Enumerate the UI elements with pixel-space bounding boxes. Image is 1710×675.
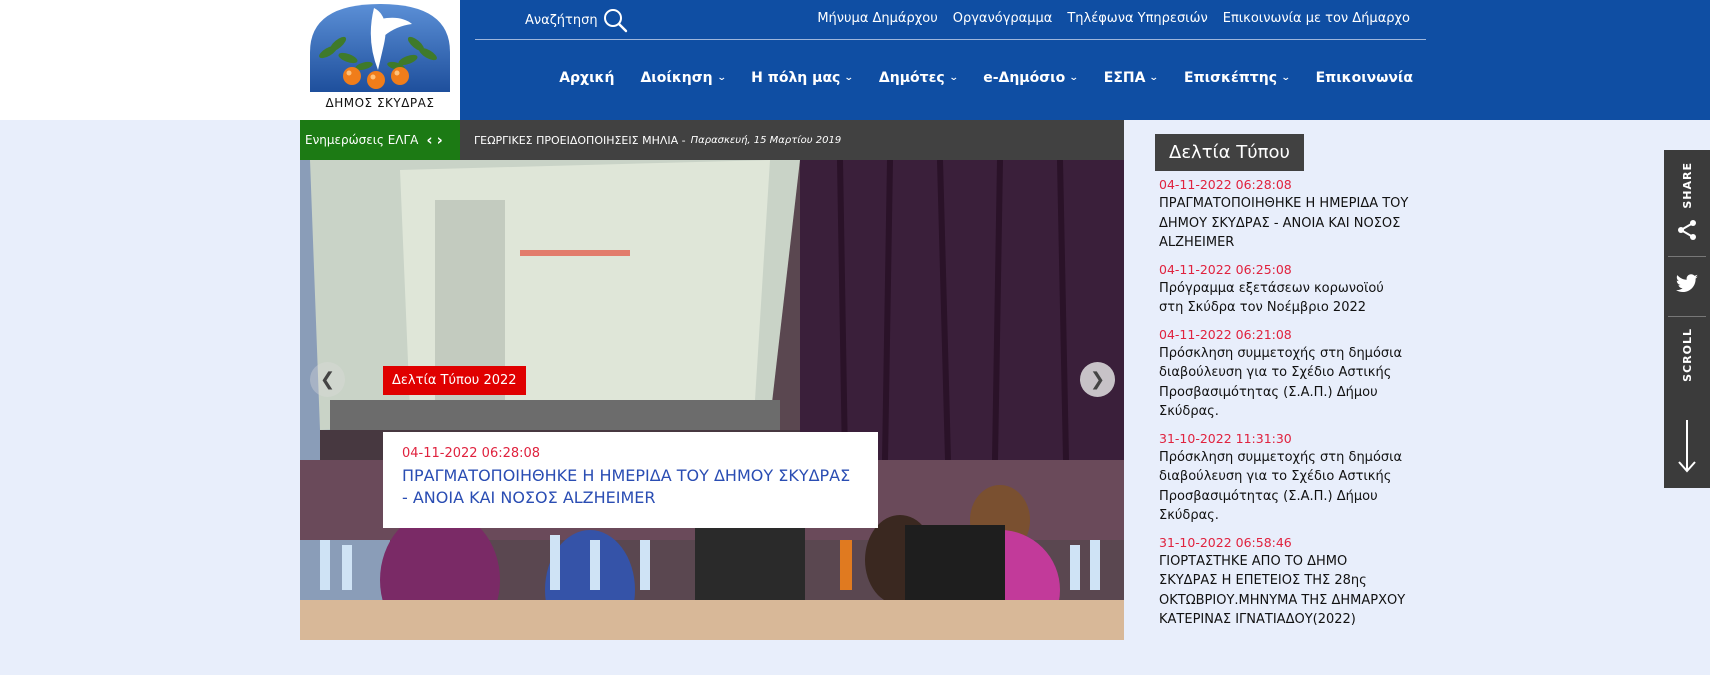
chevron-down-icon: ⌄ xyxy=(844,73,855,83)
arrow-down-icon xyxy=(1678,420,1696,473)
logo-emblem-icon xyxy=(310,4,450,92)
twitter-icon xyxy=(1675,274,1698,292)
share-sidebar: SHARE SCROLL xyxy=(1664,150,1710,488)
ticker-headline: ΓΕΩΡΓΙΚΕΣ ΠΡΟΕΙΔΟΠΟΙΗΣΕΙΣ ΜΗΛΙΑ - xyxy=(474,133,686,147)
slide-photo xyxy=(300,160,1124,640)
share-icon xyxy=(1678,220,1696,240)
ticker-label: Ενημερώσεις ΕΛΓΑ xyxy=(305,133,419,147)
ticker-prev-icon[interactable]: ‹ xyxy=(426,131,432,149)
press-item[interactable]: 04-11-2022 06:21:08 Πρόσκληση συμμετοχής… xyxy=(1159,326,1409,422)
logo-text: ΔΗΜΟΣ ΣΚΥΔΡΑΣ xyxy=(325,96,435,110)
nav-visitor-label: Επισκέπτης xyxy=(1184,70,1278,86)
top-links: Μήνυμα Δημάρχου Οργανόγραμμα Τηλέφωνα Υπ… xyxy=(817,11,1410,26)
featured-slider[interactable] xyxy=(300,160,1124,640)
search-label: Αναζήτηση xyxy=(525,12,598,28)
chevron-down-icon: ⌄ xyxy=(948,73,959,83)
press-item-date: 04-11-2022 06:25:08 xyxy=(1159,261,1292,277)
nav-home[interactable]: Αρχική xyxy=(559,70,614,86)
share-bar-divider xyxy=(1668,256,1706,257)
nav-administration[interactable]: Διοίκηση ⌄ xyxy=(640,70,727,86)
ticker-date: Παρασκευή, 15 Μαρτίου 2019 xyxy=(690,134,842,146)
scroll-label: SCROLL xyxy=(1680,328,1694,382)
top-link-contact-mayor[interactable]: Επικοινωνία με τον Δήμαρχο xyxy=(1223,11,1410,26)
press-item[interactable]: 31-10-2022 11:31:30 Πρόσκληση συμμετοχής… xyxy=(1159,430,1409,526)
press-item-date: 31-10-2022 06:58:46 xyxy=(1159,534,1292,550)
slide-date: 04-11-2022 06:28:08 xyxy=(402,446,541,461)
main-nav: Αρχική Διοίκηση ⌄ Η πόλη μας ⌄ Δημότες ⌄ e-… xyxy=(559,70,1413,86)
press-item-title[interactable]: Πρόσκληση συμμετοχής στη δημόσια διαβούλ… xyxy=(1159,344,1409,422)
nav-visitor[interactable]: Επισκέπτης ⌄ xyxy=(1184,70,1291,86)
share-label: SHARE xyxy=(1680,162,1694,209)
chevron-down-icon: ⌄ xyxy=(716,73,727,83)
nav-e-government[interactable]: e-Δημόσιο ⌄ xyxy=(983,70,1079,86)
chevron-down-icon: ⌄ xyxy=(1149,73,1160,83)
slider-prev-button[interactable]: ❮ xyxy=(310,362,345,397)
press-item[interactable]: 04-11-2022 06:28:08 ΠΡΑΓΜΑΤΟΠΟΙΗΘΗΚΕ Η Η… xyxy=(1159,176,1409,253)
municipality-logo[interactable]: ΔΗΜΟΣ ΣΚΥΔΡΑΣ xyxy=(300,0,460,120)
nav-administration-label: Διοίκηση xyxy=(640,70,713,86)
slider-next-button[interactable]: ❯ xyxy=(1080,362,1115,397)
press-item-title[interactable]: Πρόσκληση συμμετοχής στη δημόσια διαβούλ… xyxy=(1159,448,1409,526)
nav-our-city[interactable]: Η πόλη μας ⌄ xyxy=(751,70,855,86)
share-button[interactable] xyxy=(1664,218,1710,242)
top-link-org-chart[interactable]: Οργανόγραμμα xyxy=(953,11,1053,26)
press-item[interactable]: 31-10-2022 06:58:46 ΓΙΟΡΤΑΣΤΗΚΕ ΑΠΟ ΤΟ Δ… xyxy=(1159,534,1409,630)
press-item-title[interactable]: ΠΡΑΓΜΑΤΟΠΟΙΗΘΗΚΕ Η ΗΜΕΡΙΔΑ ΤΟΥ ΔΗΜΟΥ ΣΚΥ… xyxy=(1159,194,1409,253)
scroll-down-button[interactable] xyxy=(1664,418,1710,474)
slide-category-tag[interactable]: Δελτία Τύπου 2022 xyxy=(383,366,526,395)
nav-citizens[interactable]: Δημότες ⌄ xyxy=(878,70,959,86)
chevron-left-icon: ❮ xyxy=(319,369,336,390)
nav-contact[interactable]: Επικοινωνία xyxy=(1316,70,1413,86)
press-releases-heading[interactable]: Δελτία Τύπου xyxy=(1155,134,1304,171)
nav-contact-label: Επικοινωνία xyxy=(1315,70,1413,86)
press-releases-list: 04-11-2022 06:28:08 ΠΡΑΓΜΑΤΟΠΟΙΗΘΗΚΕ Η Η… xyxy=(1159,176,1409,638)
twitter-button[interactable] xyxy=(1664,274,1710,294)
nav-home-label: Αρχική xyxy=(559,70,615,86)
press-item[interactable]: 04-11-2022 06:25:08 Πρόγραμμα εξετάσεων … xyxy=(1159,261,1409,318)
press-item-title[interactable]: Πρόγραμμα εξετάσεων κορωνοϊού στη Σκύδρα… xyxy=(1159,279,1409,318)
top-link-phones[interactable]: Τηλέφωνα Υπηρεσιών xyxy=(1067,11,1207,26)
press-item-date: 04-11-2022 06:21:08 xyxy=(1159,326,1292,342)
top-link-mayor-message[interactable]: Μήνυμα Δημάρχου xyxy=(817,11,937,26)
news-ticker: Ενημερώσεις ΕΛΓΑ ‹ › ΓΕΩΡΓΙΚΕΣ ΠΡΟΕΙΔΟΠΟ… xyxy=(300,120,1124,160)
search-icon xyxy=(603,9,627,33)
chevron-down-icon: ⌄ xyxy=(1280,73,1291,83)
press-item-date: 31-10-2022 11:31:30 xyxy=(1159,430,1292,446)
ticker-next-icon[interactable]: › xyxy=(437,131,443,149)
nav-espa[interactable]: ΕΣΠΑ ⌄ xyxy=(1103,70,1160,86)
scroll-label-box: SCROLL xyxy=(1664,328,1710,382)
press-item-date: 04-11-2022 06:28:08 xyxy=(1159,177,1292,192)
nav-our-city-label: Η πόλη μας xyxy=(751,70,841,86)
header-divider xyxy=(475,39,1426,40)
nav-e-government-label: e-Δημόσιο xyxy=(983,70,1066,86)
ticker-label-box: Ενημερώσεις ΕΛΓΑ ‹ › xyxy=(300,120,460,160)
press-item-title[interactable]: ΓΙΟΡΤΑΣΤΗΚΕ ΑΠΟ ΤΟ ΔΗΜΟ ΣΚΥΔΡΑΣ Η ΕΠΕΤΕΙ… xyxy=(1159,552,1409,630)
share-bar-divider xyxy=(1668,316,1706,317)
slide-title[interactable]: ΠΡΑΓΜΑΤΟΠΟΙΗΘΗΚΕ Η ΗΜΕΡΙΔΑ ΤΟΥ ΔΗΜΟΥ ΣΚΥ… xyxy=(402,465,859,508)
nav-citizens-label: Δημότες xyxy=(878,70,945,86)
ticker-item[interactable]: ΓΕΩΡΓΙΚΕΣ ΠΡΟΕΙΔΟΠΟΙΗΣΕΙΣ ΜΗΛΙΑ - Παρασκ… xyxy=(474,120,841,160)
chevron-right-icon: ❯ xyxy=(1089,369,1106,390)
search-button[interactable]: Αναζήτηση xyxy=(525,8,628,33)
chevron-down-icon: ⌄ xyxy=(1069,73,1079,83)
share-label-box: SHARE xyxy=(1664,162,1710,209)
slide-caption-card[interactable]: 04-11-2022 06:28:08 ΠΡΑΓΜΑΤΟΠΟΙΗΘΗΚΕ Η Η… xyxy=(383,432,878,528)
nav-espa-label: ΕΣΠΑ xyxy=(1103,70,1146,86)
